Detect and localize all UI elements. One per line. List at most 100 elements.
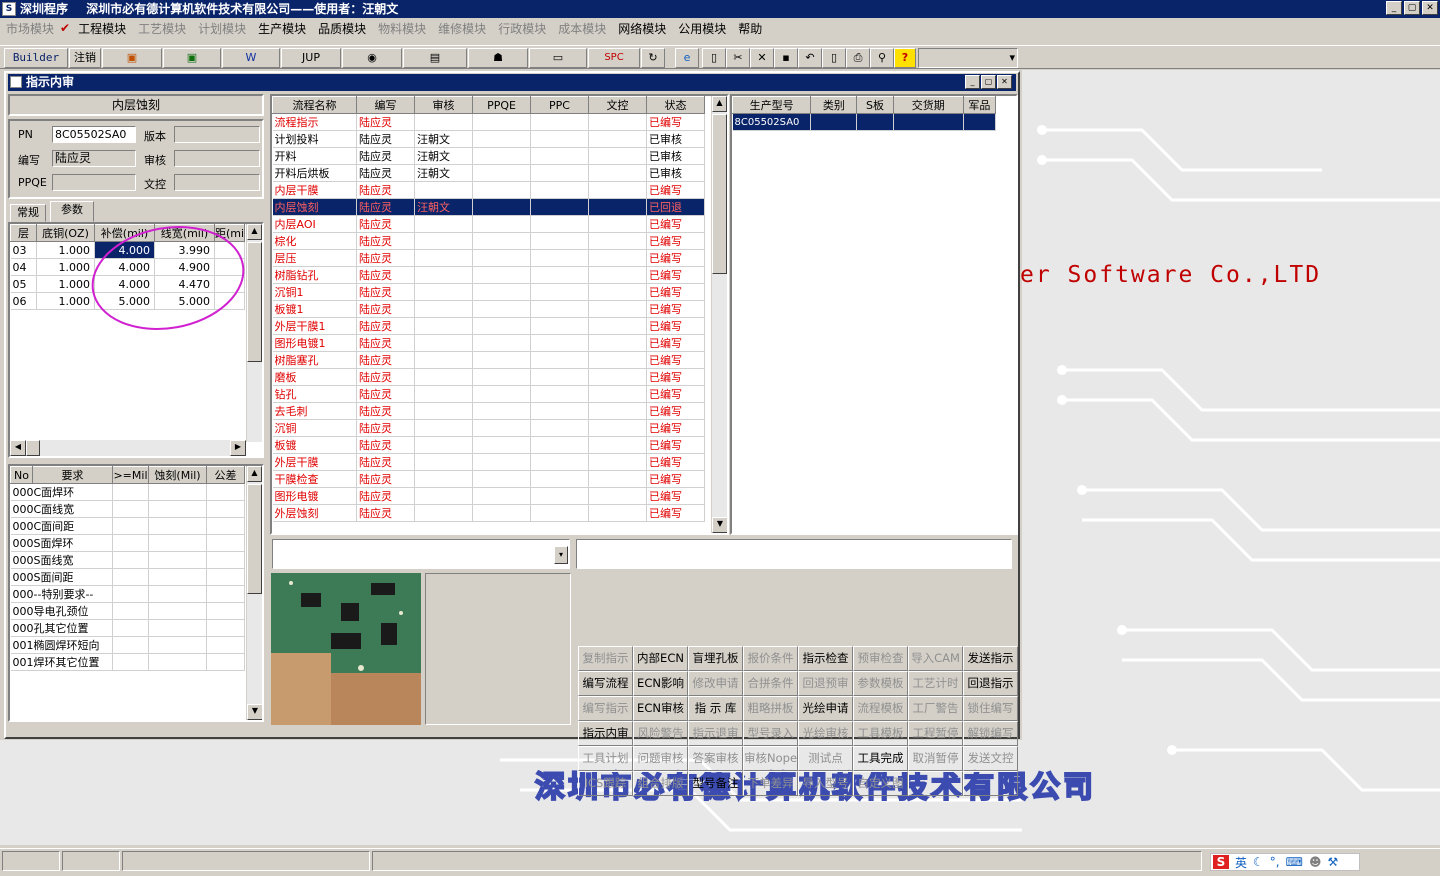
- flow-cell[interactable]: [530, 215, 589, 233]
- flow-cell[interactable]: [530, 266, 589, 284]
- scroll-right-icon[interactable]: ▶: [230, 440, 246, 456]
- review-field[interactable]: [174, 150, 260, 167]
- browser-icon[interactable]: e: [675, 48, 699, 68]
- flow-cell[interactable]: [588, 487, 647, 505]
- flow-cell[interactable]: [530, 385, 589, 403]
- flow-cell[interactable]: [530, 130, 589, 148]
- flow-reviewer[interactable]: [414, 351, 473, 369]
- req-cell[interactable]: 000S面焊环: [10, 534, 113, 552]
- flow-reviewer[interactable]: [414, 419, 473, 437]
- flow-writer[interactable]: 陆应灵: [356, 436, 415, 454]
- flow-name[interactable]: 内层蚀刻: [272, 198, 357, 216]
- flow-cell[interactable]: [530, 368, 589, 386]
- flow-writer[interactable]: 陆应灵: [356, 300, 415, 318]
- product-cell[interactable]: [856, 113, 894, 131]
- action-button-1-4[interactable]: 回退预审: [798, 671, 853, 696]
- flow-cell[interactable]: [472, 470, 531, 488]
- action-button-4-1[interactable]: 问题审核: [633, 746, 688, 771]
- action-button-0-0[interactable]: 复制指示: [578, 646, 633, 671]
- flow-row[interactable]: 内层AOI 陆应灵 已编写: [272, 215, 705, 233]
- toolbar-combo[interactable]: ▾: [918, 48, 1018, 68]
- action-button-1-0[interactable]: 编写流程: [578, 671, 633, 696]
- flow-reviewer[interactable]: [414, 266, 473, 284]
- flow-cell[interactable]: [530, 232, 589, 250]
- req-cell[interactable]: 000S面线宽: [10, 551, 113, 569]
- flow-reviewer[interactable]: 汪朝文: [414, 164, 473, 182]
- flow-row[interactable]: 板镀 陆应灵 已编写: [272, 436, 705, 454]
- flow-name[interactable]: 开料: [272, 147, 357, 165]
- req-row[interactable]: 000C面间距: [10, 517, 245, 535]
- flow-scroll-up-icon[interactable]: ▲: [712, 96, 727, 112]
- menu-item-5[interactable]: 品质模块: [312, 20, 372, 37]
- flow-status[interactable]: 已编写: [646, 368, 705, 386]
- flow-cell[interactable]: [588, 351, 647, 369]
- req-cell[interactable]: [148, 619, 207, 637]
- req-cell[interactable]: [148, 602, 207, 620]
- flow-row[interactable]: 开料后烘板 陆应灵 汪朝文 已审核: [272, 164, 705, 182]
- flow-writer[interactable]: 陆应灵: [356, 402, 415, 420]
- flow-row[interactable]: 磨板 陆应灵 已编写: [272, 368, 705, 386]
- flow-row[interactable]: 树脂塞孔 陆应灵 已编写: [272, 351, 705, 369]
- req-cell[interactable]: [206, 551, 245, 569]
- menu-item-10[interactable]: 网络模块: [612, 20, 672, 37]
- flow-status[interactable]: 已编写: [646, 402, 705, 420]
- flow-cell[interactable]: [530, 181, 589, 199]
- flow-cell[interactable]: [588, 436, 647, 454]
- writer-field[interactable]: 陆应灵: [52, 150, 136, 167]
- action-button-4-3[interactable]: 审核Nope: [743, 746, 798, 771]
- flow-reviewer[interactable]: [414, 181, 473, 199]
- flow-header[interactable]: 编写: [356, 96, 415, 114]
- flow-cell[interactable]: [472, 351, 531, 369]
- help-icon[interactable]: ?: [894, 48, 916, 68]
- action-button-0-2[interactable]: 盲埋孔板: [688, 646, 743, 671]
- flow-cell[interactable]: [530, 453, 589, 471]
- menu-item-1[interactable]: 工程模块: [72, 20, 132, 37]
- flow-cell[interactable]: [472, 130, 531, 148]
- action-button-0-7[interactable]: 发送指示: [963, 646, 1018, 671]
- req-cell[interactable]: [112, 653, 149, 671]
- flow-name[interactable]: 图形电镀1: [272, 334, 357, 352]
- req-header[interactable]: >=Mil: [112, 466, 149, 484]
- flow-writer[interactable]: 陆应灵: [356, 266, 415, 284]
- flow-cell[interactable]: [588, 232, 647, 250]
- flow-reviewer[interactable]: [414, 317, 473, 335]
- param-header[interactable]: 层: [10, 224, 37, 242]
- flow-writer[interactable]: 陆应灵: [356, 368, 415, 386]
- flow-cell[interactable]: [588, 419, 647, 437]
- req-cell[interactable]: [112, 500, 149, 518]
- flow-writer[interactable]: 陆应灵: [356, 470, 415, 488]
- req-row[interactable]: 001焊环其它位置: [10, 653, 245, 671]
- flow-status[interactable]: 已编写: [646, 215, 705, 233]
- req-cell[interactable]: 000S面间距: [10, 568, 113, 586]
- flow-cell[interactable]: [472, 385, 531, 403]
- flow-reviewer[interactable]: [414, 436, 473, 454]
- req-row[interactable]: 000S面焊环: [10, 534, 245, 552]
- preview-icon[interactable]: ▯: [822, 48, 846, 68]
- flow-name[interactable]: 内层AOI: [272, 215, 357, 233]
- flow-row[interactable]: 内层蚀刻 陆应灵 汪朝文 已回退: [272, 198, 705, 216]
- req-header[interactable]: 蚀刻(Mil): [148, 466, 207, 484]
- flow-reviewer[interactable]: [414, 504, 473, 522]
- flow-name[interactable]: 钻孔: [272, 385, 357, 403]
- flow-cell[interactable]: [588, 249, 647, 267]
- req-header[interactable]: 公差: [206, 466, 245, 484]
- flow-reviewer[interactable]: [414, 300, 473, 318]
- flow-cell[interactable]: [530, 317, 589, 335]
- flow-name[interactable]: 外层蚀刻: [272, 504, 357, 522]
- close-button[interactable]: ✕: [1422, 1, 1438, 15]
- flow-name[interactable]: 图形电镀: [272, 487, 357, 505]
- req-cell[interactable]: [112, 568, 149, 586]
- action-button-2-0[interactable]: 编写指示: [578, 696, 633, 721]
- flow-cell[interactable]: [530, 419, 589, 437]
- flow-cell[interactable]: [530, 470, 589, 488]
- flow-status[interactable]: 已编写: [646, 385, 705, 403]
- flow-cell[interactable]: [530, 334, 589, 352]
- version-field[interactable]: [174, 126, 260, 143]
- database-icon[interactable]: ▤: [403, 48, 467, 68]
- flow-reviewer[interactable]: 汪朝文: [414, 198, 473, 216]
- flow-status[interactable]: 已编写: [646, 113, 705, 131]
- flow-row[interactable]: 沉铜 陆应灵 已编写: [272, 419, 705, 437]
- req-cell[interactable]: [112, 636, 149, 654]
- action-button-2-1[interactable]: ECN审核: [633, 696, 688, 721]
- flow-writer[interactable]: 陆应灵: [356, 249, 415, 267]
